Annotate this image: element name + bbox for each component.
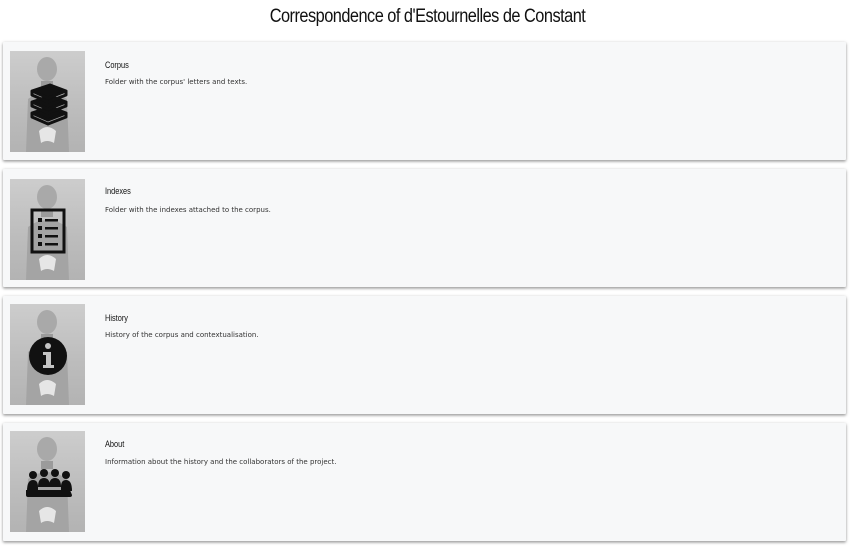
card-thumbnail[interactable]: [10, 304, 85, 405]
card-description: Folder with the corpus' letters and text…: [105, 78, 248, 86]
card-description: Folder with the indexes attached to the …: [105, 206, 271, 214]
group-meeting-icon: [26, 469, 72, 497]
card-history[interactable]: History History of the corpus and contex…: [3, 296, 846, 414]
card-about[interactable]: About Information about the history and …: [3, 423, 846, 541]
books-icon: [30, 83, 68, 126]
card-title[interactable]: Indexes: [105, 186, 131, 196]
card-thumbnail[interactable]: [10, 179, 85, 280]
card-description: History of the corpus and contextualisat…: [105, 331, 259, 339]
card-title[interactable]: About: [105, 439, 124, 449]
card-thumbnail[interactable]: [10, 51, 85, 152]
card-title[interactable]: Corpus: [105, 60, 129, 70]
list-document-icon: [30, 208, 66, 254]
page-title: Correspondence of d'Estournelles de Cons…: [269, 6, 586, 27]
card-description: Information about the history and the co…: [105, 458, 337, 466]
card-title[interactable]: History: [105, 313, 128, 323]
card-thumbnail[interactable]: [10, 431, 85, 532]
card-corpus[interactable]: Corpus Folder with the corpus' letters a…: [3, 42, 846, 160]
info-icon: [29, 337, 67, 375]
card-indexes[interactable]: Indexes Folder with the indexes attached…: [3, 169, 846, 287]
